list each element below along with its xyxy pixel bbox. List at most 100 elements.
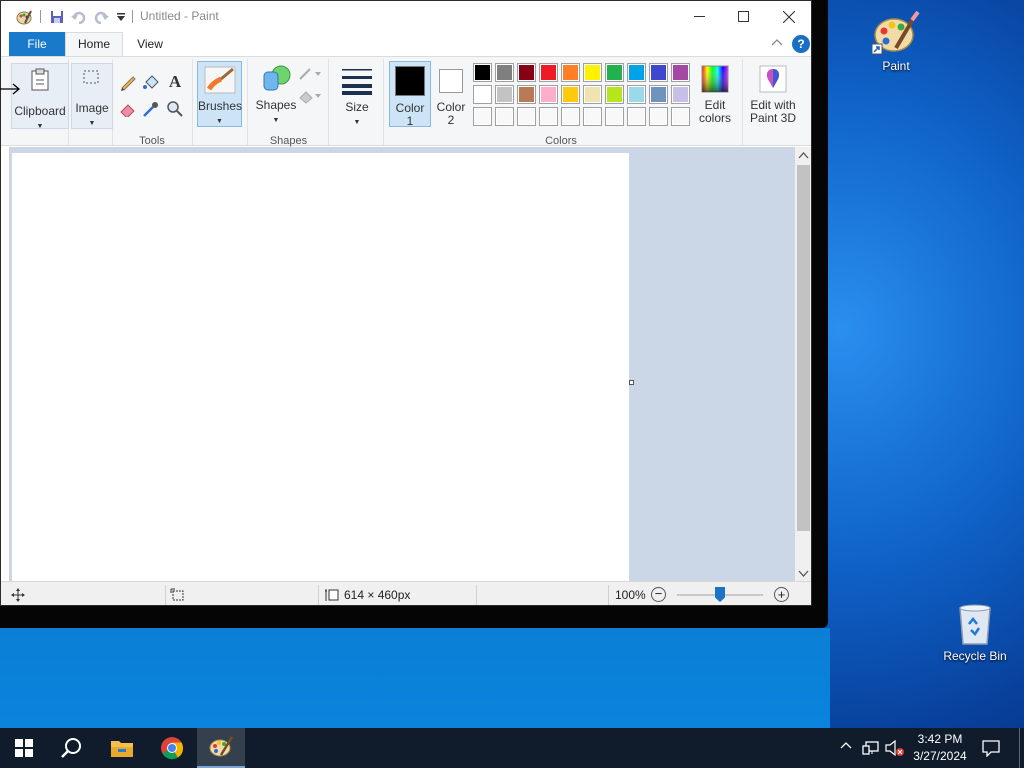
palette-swatch[interactable] — [473, 63, 492, 82]
image-button[interactable]: Image ▼ — [71, 63, 113, 129]
scroll-up-icon[interactable] — [798, 150, 809, 164]
title-bar[interactable]: Untitled - Paint — [1, 1, 811, 32]
palette-swatch[interactable] — [627, 85, 646, 104]
palette-swatch-fill — [563, 65, 578, 80]
canvas-resize-handle[interactable] — [629, 380, 634, 385]
select-icon — [83, 70, 99, 84]
tab-file[interactable]: File — [9, 32, 65, 56]
palette-swatch[interactable] — [583, 63, 602, 82]
pencil-icon[interactable] — [118, 72, 138, 92]
color1-button[interactable]: Color 1 — [389, 61, 431, 128]
chrome-button[interactable] — [148, 728, 196, 768]
start-button[interactable] — [0, 728, 48, 768]
magnifier-icon[interactable] — [165, 99, 185, 119]
customize-quick-access-icon[interactable] — [112, 8, 130, 26]
palette-swatch[interactable] — [561, 85, 580, 104]
zoom-in-button[interactable]: + — [774, 587, 789, 602]
tab-home[interactable]: Home — [65, 32, 123, 57]
palette-swatch[interactable] — [495, 63, 514, 82]
palette-swatch[interactable] — [473, 107, 492, 126]
palette-swatch[interactable] — [517, 85, 536, 104]
fill-icon[interactable] — [296, 86, 324, 106]
show-hidden-icons[interactable] — [840, 740, 852, 755]
line-size-icon — [342, 69, 372, 95]
volume-muted-icon[interactable] — [885, 739, 905, 759]
brushes-button[interactable]: Brushes ▼ — [197, 61, 242, 127]
edit-with-paint3d-button[interactable]: Edit with Paint 3D — [745, 61, 801, 127]
palette-swatch[interactable] — [605, 63, 624, 82]
paint-app-icon[interactable] — [15, 8, 33, 26]
help-icon[interactable]: ? — [792, 35, 810, 53]
zoom-out-button[interactable]: − — [651, 587, 666, 602]
desktop-icon-label: Paint — [882, 59, 910, 73]
minimize-button[interactable] — [676, 1, 722, 32]
close-button[interactable] — [766, 1, 811, 32]
file-explorer-button[interactable] — [98, 728, 146, 768]
palette-swatch[interactable] — [649, 85, 668, 104]
color2-button[interactable]: Color 2 — [433, 61, 469, 127]
image-group: Image ▼ — [71, 59, 113, 145]
drawing-canvas[interactable] — [12, 153, 629, 581]
tools-label: Tools — [139, 135, 165, 147]
shapes-group-label: Shapes — [269, 135, 308, 147]
palette-swatch[interactable] — [495, 107, 514, 126]
palette-swatch[interactable] — [517, 107, 536, 126]
tab-view[interactable]: View — [127, 32, 173, 56]
eraser-icon[interactable] — [118, 99, 138, 119]
scroll-down-icon[interactable] — [798, 567, 809, 581]
chevron-down-icon: ▼ — [272, 117, 280, 124]
save-icon[interactable] — [48, 8, 66, 26]
shapes-icon — [263, 65, 291, 91]
quick-access-separator — [132, 10, 133, 23]
palette-swatch-fill — [475, 109, 490, 124]
palette-swatch[interactable] — [473, 85, 492, 104]
palette-swatch-fill — [651, 87, 666, 102]
size-button[interactable]: Size ▼ — [333, 61, 381, 127]
paint-taskbar-button[interactable] — [197, 728, 245, 768]
clock[interactable]: 3:42 PM 3/27/2024 — [910, 731, 970, 765]
desktop-icon-recycle-bin[interactable]: Recycle Bin — [935, 602, 1015, 663]
palette-swatch-fill — [475, 65, 490, 80]
show-desktop-button[interactable] — [1019, 728, 1024, 768]
paint-window: Untitled - Paint File Home View ? Clipbo… — [0, 0, 812, 606]
palette-swatch[interactable] — [605, 107, 624, 126]
palette-swatch[interactable] — [605, 85, 624, 104]
network-icon[interactable] — [862, 740, 880, 759]
palette-swatch[interactable] — [583, 107, 602, 126]
palette-swatch[interactable] — [671, 107, 690, 126]
palette-swatch[interactable] — [627, 63, 646, 82]
notification-icon[interactable] — [982, 739, 1000, 760]
palette-swatch[interactable] — [671, 85, 690, 104]
palette-swatch[interactable] — [649, 107, 668, 126]
vertical-scrollbar[interactable] — [795, 147, 811, 581]
palette-swatch[interactable] — [671, 63, 690, 82]
undo-icon[interactable] — [70, 8, 88, 26]
palette-swatch[interactable] — [517, 63, 536, 82]
search-button[interactable] — [48, 728, 96, 768]
palette-swatch[interactable] — [539, 85, 558, 104]
size-label: Size — [345, 100, 369, 114]
text-icon[interactable]: A — [165, 72, 185, 92]
color-picker-icon[interactable] — [141, 99, 161, 119]
palette-swatch[interactable] — [539, 107, 558, 126]
palette-swatch[interactable] — [561, 63, 580, 82]
palette-swatch[interactable] — [495, 85, 514, 104]
palette-swatch[interactable] — [583, 85, 602, 104]
zoom-level: 100% — [615, 588, 646, 602]
edit-colors-button[interactable]: Edit colors — [693, 61, 737, 127]
palette-swatch[interactable] — [627, 107, 646, 126]
redo-icon[interactable] — [92, 8, 110, 26]
palette-swatch[interactable] — [649, 63, 668, 82]
desktop-icon-paint[interactable]: Paint — [856, 10, 936, 73]
palette-swatch[interactable] — [561, 107, 580, 126]
zoom-slider-thumb[interactable] — [715, 587, 725, 602]
shapes-button[interactable]: Shapes ▼ — [255, 61, 297, 127]
canvas-size-icon — [325, 588, 339, 605]
maximize-button[interactable] — [720, 1, 766, 32]
collapse-ribbon-icon[interactable] — [771, 37, 783, 51]
canvas-dimensions: 614 × 460px — [344, 588, 411, 602]
scrollbar-thumb[interactable] — [797, 165, 810, 531]
fill-bucket-icon[interactable] — [141, 72, 161, 92]
outline-icon[interactable] — [296, 64, 324, 84]
palette-swatch[interactable] — [539, 63, 558, 82]
